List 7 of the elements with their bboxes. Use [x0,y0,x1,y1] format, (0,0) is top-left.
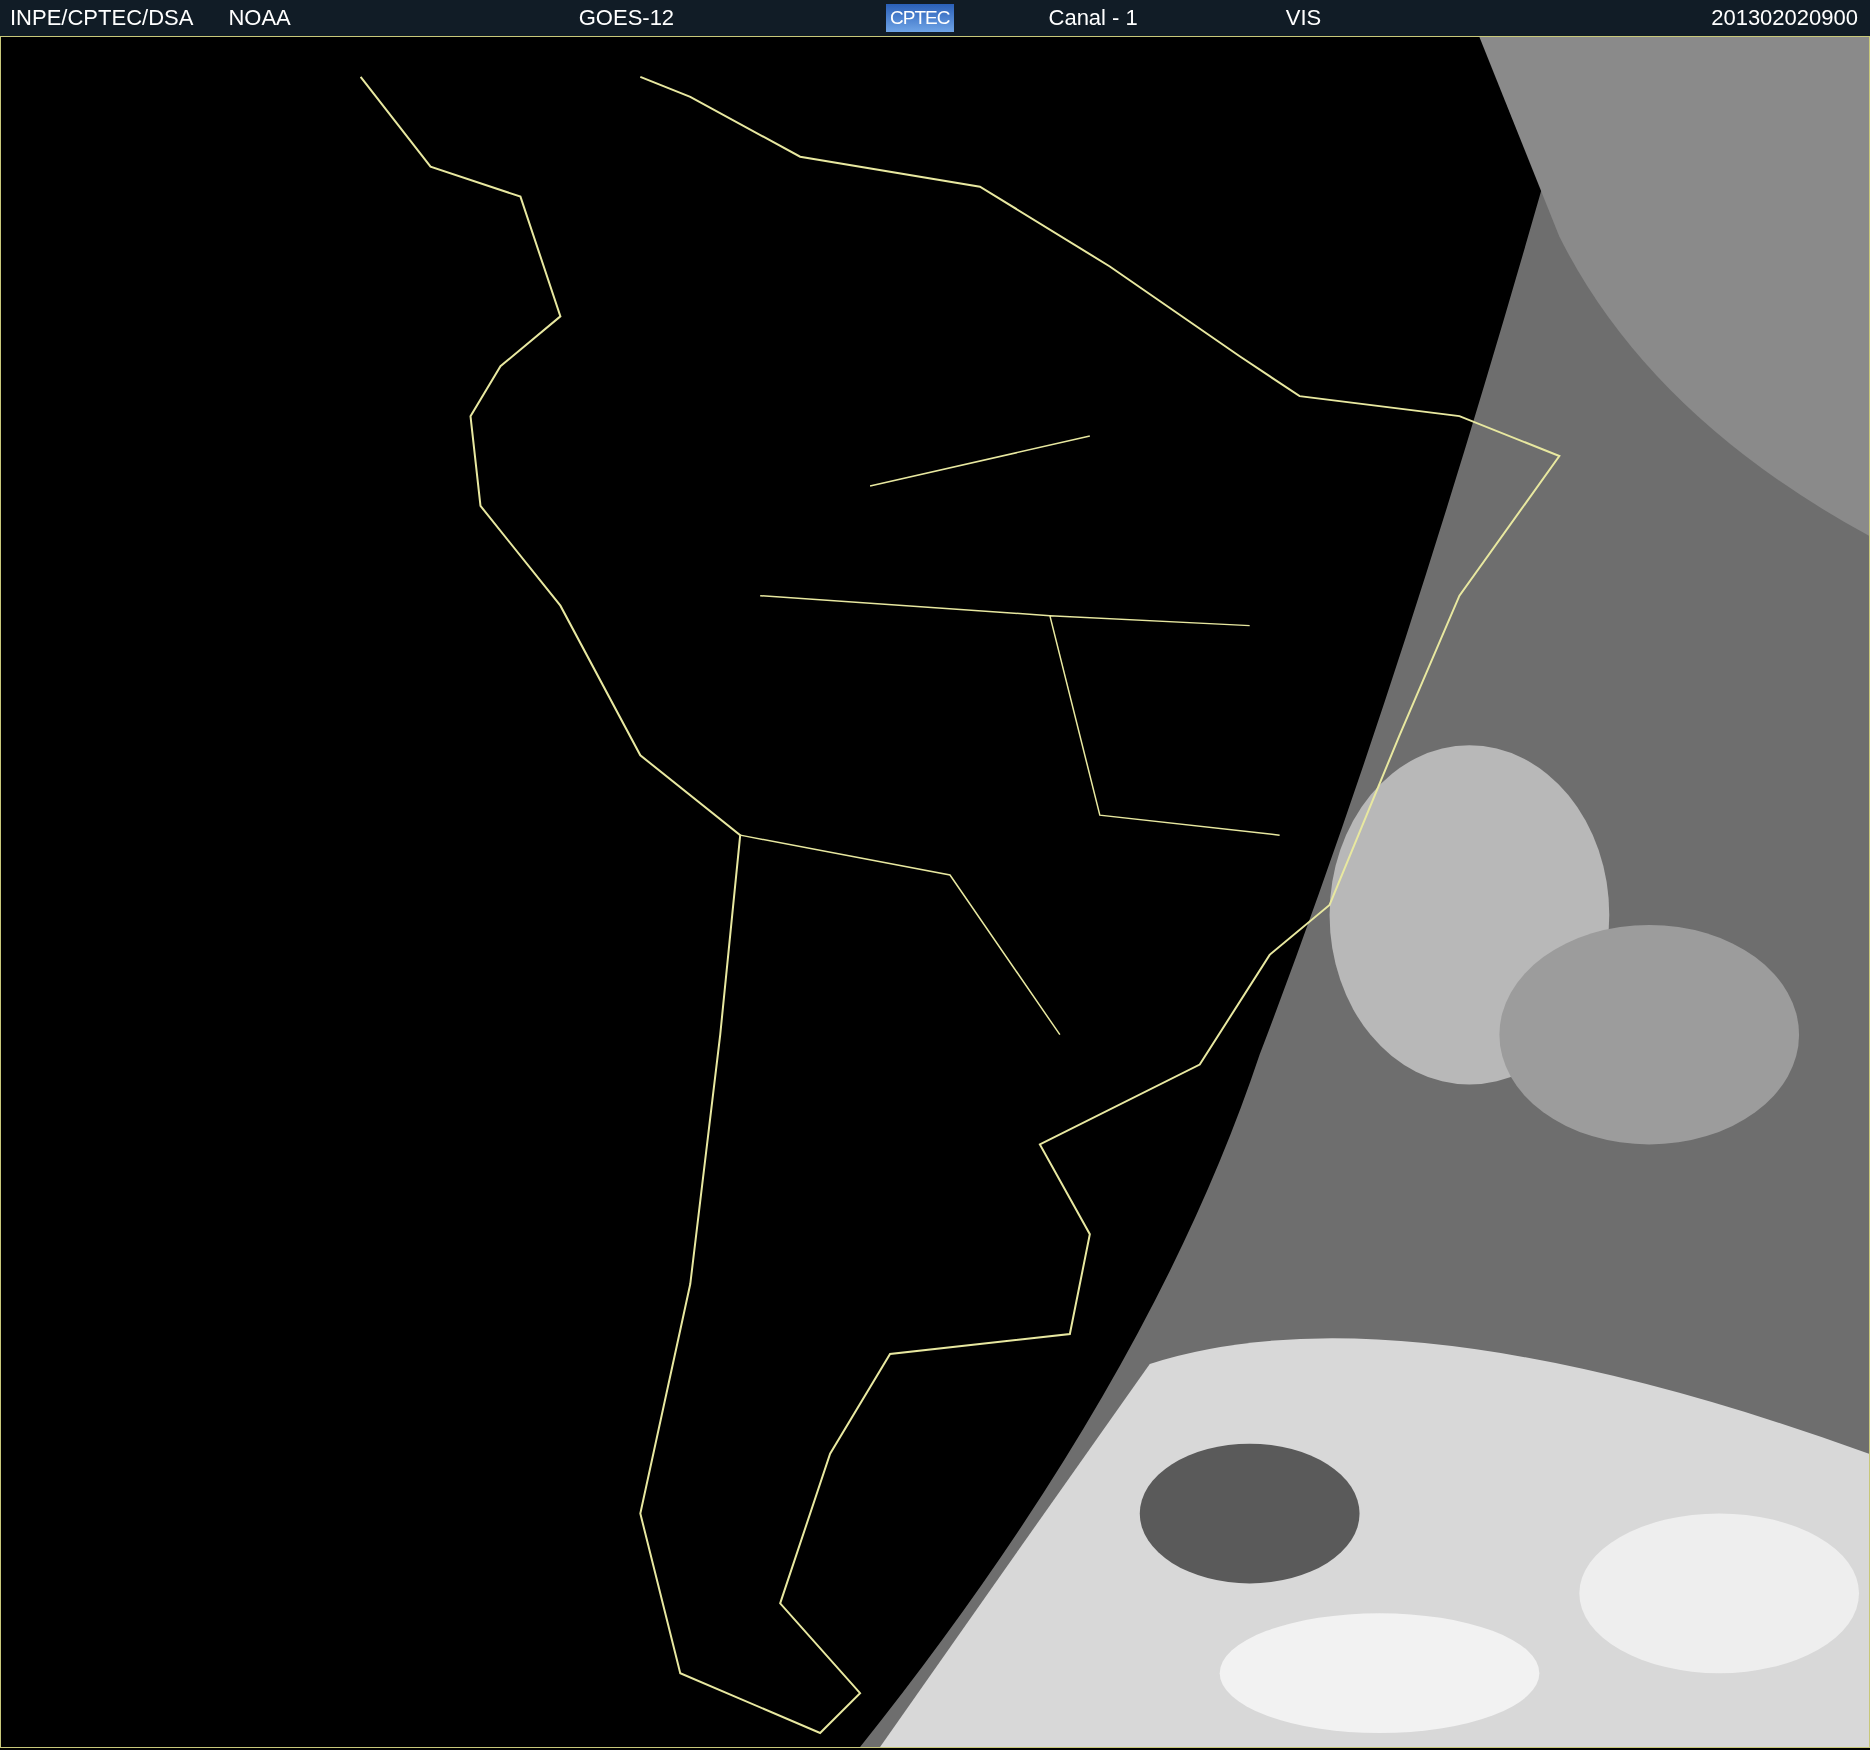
header-label: Canal - 1 [1048,5,1138,31]
header-label: 201302020900 [1711,5,1858,31]
header-label: NOAA [228,5,291,31]
header-label: VIS [1285,5,1322,31]
header-label: INPE/CPTEC/DSA [10,5,194,31]
logo: CPTEC [886,4,954,32]
header-label: GOES-12 [578,5,675,31]
